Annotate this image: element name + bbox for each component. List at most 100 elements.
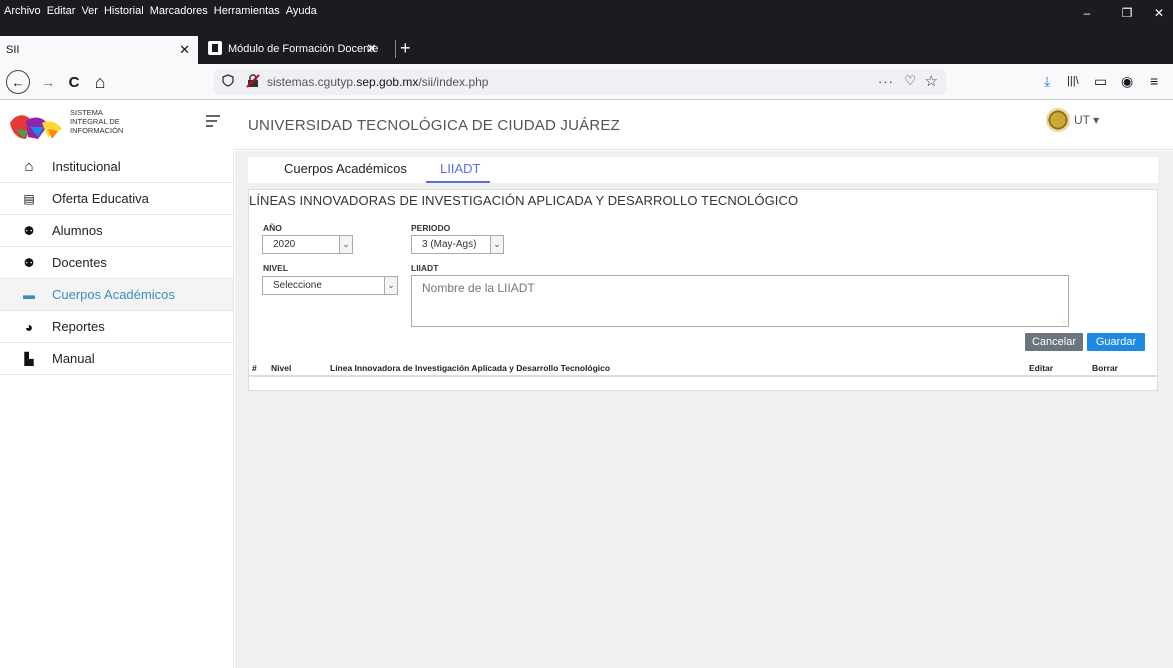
menu-historial[interactable]: Historial xyxy=(104,5,144,17)
table-body xyxy=(249,379,1157,390)
menu-ayuda[interactable]: Ayuda xyxy=(286,5,317,17)
url-text: sistemas.cgutyp.sep.gob.mx/sii/index.php xyxy=(267,75,489,89)
periodo-value: 3 (May-Ags) xyxy=(422,239,477,250)
browser-menubar: Archivo Editar Ver Historial Marcadores … xyxy=(0,0,1173,26)
tab-liiadt[interactable]: LIIADT xyxy=(440,161,480,176)
sidebar-icon[interactable]: ▭ xyxy=(1094,73,1107,90)
col-linea: Línea Innovadora de Investigación Aplica… xyxy=(330,363,611,373)
close-window-button[interactable]: ✕ xyxy=(1145,0,1173,26)
periodo-label: PERIODO xyxy=(411,223,451,233)
active-tab-indicator xyxy=(426,181,490,183)
sidebar: ⌂ Institucional ▤ Oferta Educativa ⚉ Alu… xyxy=(0,151,234,668)
menu-list: Archivo Editar Ver Historial Marcadores … xyxy=(4,5,323,17)
close-tab-icon[interactable]: ✕ xyxy=(366,41,377,57)
sidebar-item-manual[interactable]: ▙ Manual xyxy=(0,343,233,375)
menu-marcadores[interactable]: Marcadores xyxy=(150,5,208,17)
downloads-icon[interactable]: ⤓ xyxy=(1044,73,1050,90)
reload-button[interactable]: C xyxy=(62,70,86,94)
insecure-lock-icon[interactable] xyxy=(246,74,260,88)
account-icon[interactable]: ◉ xyxy=(1121,73,1133,90)
periodo-select[interactable]: 3 (May-Ags) ⌄ xyxy=(411,235,504,254)
sidebar-item-label: Manual xyxy=(52,351,95,366)
cancel-button[interactable]: Cancelar xyxy=(1025,333,1083,351)
sidebar-item-oferta-educativa[interactable]: ▤ Oferta Educativa xyxy=(0,183,233,215)
chevron-down-icon: ⌄ xyxy=(490,236,503,253)
back-button[interactable]: ← xyxy=(6,70,30,94)
tracking-shield-icon[interactable] xyxy=(222,74,234,90)
logo[interactable]: SISTEMA INTEGRAL DE INFORMACIÓN xyxy=(0,100,234,150)
menu-herramientas[interactable]: Herramientas xyxy=(214,5,280,17)
page-actions-icon[interactable]: ··· xyxy=(878,74,894,89)
col-borrar: Borrar xyxy=(1092,363,1118,373)
sidebar-item-label: Reportes xyxy=(52,319,105,334)
library-icon[interactable]: |||\ xyxy=(1067,75,1079,87)
anio-value: 2020 xyxy=(273,239,296,250)
pie-chart-icon: ◕ xyxy=(24,318,34,335)
users-icon: ⚉ xyxy=(23,255,35,270)
close-tab-icon[interactable]: ✕ xyxy=(179,42,190,58)
sidebar-toggle-icon[interactable] xyxy=(206,115,220,131)
sidebar-item-label: Docentes xyxy=(52,255,107,270)
sidebar-item-label: Institucional xyxy=(52,159,121,174)
bookmark-star-icon[interactable]: ☆ xyxy=(925,72,938,90)
main-content: Cuerpos Académicos LIIADT LÍNEAS INNOVAD… xyxy=(235,151,1173,668)
liiadt-textarea[interactable]: Nombre de la LIIADT .: xyxy=(411,275,1069,327)
restore-button[interactable]: ❐ xyxy=(1107,0,1147,26)
sidebar-item-label: Cuerpos Académicos xyxy=(52,287,175,302)
home-button[interactable]: ⌂ xyxy=(88,70,112,94)
anio-select[interactable]: 2020 ⌄ xyxy=(262,235,353,254)
logo-text: SISTEMA INTEGRAL DE INFORMACIÓN xyxy=(70,108,124,135)
resize-grip-icon[interactable]: .: xyxy=(1061,317,1065,324)
nivel-value: Seleccione xyxy=(273,280,322,291)
sidebar-item-label: Alumnos xyxy=(52,223,103,238)
tab-title: SII xyxy=(6,44,20,56)
logo-mark-icon xyxy=(10,115,62,139)
menu-editar[interactable]: Editar xyxy=(47,5,76,17)
tab-separator xyxy=(395,40,396,58)
tab-title: Módulo de Formación Docente xyxy=(228,43,379,55)
anio-label: AÑO xyxy=(263,223,282,233)
tab-cuerpos-academicos[interactable]: Cuerpos Académicos xyxy=(284,161,407,176)
save-button[interactable]: Guardar xyxy=(1087,333,1145,351)
panel-title: LÍNEAS INNOVADORAS DE INVESTIGACIÓN APLI… xyxy=(249,193,799,208)
pocket-icon[interactable]: ♡ xyxy=(904,73,916,89)
university-seal-icon xyxy=(1046,108,1070,132)
sidebar-item-docentes[interactable]: ⚉ Docentes xyxy=(0,247,233,279)
favicon-icon xyxy=(208,41,222,55)
hamburger-menu-icon[interactable]: ≡ xyxy=(1150,73,1158,89)
liiadt-label: LIIADT xyxy=(411,263,439,273)
content-tabs: Cuerpos Académicos LIIADT xyxy=(248,157,1158,183)
sidebar-item-reportes[interactable]: ◕ Reportes xyxy=(0,311,233,343)
app-header: SISTEMA INTEGRAL DE INFORMACIÓN UNIVERSI… xyxy=(0,100,1173,150)
minimize-button[interactable]: – xyxy=(1067,0,1107,26)
home-icon: ⌂ xyxy=(24,158,34,175)
menu-ver[interactable]: Ver xyxy=(81,5,98,17)
liiadt-form-panel: LÍNEAS INNOVADORAS DE INVESTIGACIÓN APLI… xyxy=(248,189,1158,391)
book-icon: ▤ xyxy=(23,191,35,206)
chevron-down-icon: ⌄ xyxy=(339,236,352,253)
col-number: # xyxy=(252,363,257,373)
new-tab-button[interactable]: + xyxy=(400,38,411,58)
forward-button[interactable]: → xyxy=(36,70,60,94)
tab-modulo-formacion[interactable]: Módulo de Formación Docente ✕ xyxy=(206,36,396,64)
col-editar: Editar xyxy=(1029,363,1054,373)
col-nivel: Nivel xyxy=(271,363,292,373)
user-name: UT ▾ xyxy=(1074,113,1100,127)
menu-archivo[interactable]: Archivo xyxy=(4,5,41,17)
sidebar-item-institucional[interactable]: ⌂ Institucional xyxy=(0,151,233,183)
university-title: UNIVERSIDAD TECNOLÓGICA DE CIUDAD JUÁREZ xyxy=(248,117,620,134)
url-bar[interactable]: sistemas.cgutyp.sep.gob.mx/sii/index.php… xyxy=(214,69,946,95)
folder-icon: ▬ xyxy=(23,287,35,302)
navigation-toolbar: ← → C ⌂ sistemas.cgutyp.sep.gob.mx/sii/i… xyxy=(0,64,1173,100)
tab-sii[interactable]: SII ✕ xyxy=(0,36,198,64)
nivel-label: NIVEL xyxy=(263,263,289,273)
table-header: # Nivel Línea Innovadora de Investigació… xyxy=(249,361,1157,377)
users-icon: ⚉ xyxy=(23,223,35,238)
pdf-icon: ▙ xyxy=(24,351,34,366)
user-menu[interactable]: UT ▾ xyxy=(1046,108,1099,132)
nivel-select[interactable]: Seleccione ⌄ xyxy=(262,276,398,295)
sidebar-item-label: Oferta Educativa xyxy=(52,191,149,206)
sidebar-item-alumnos[interactable]: ⚉ Alumnos xyxy=(0,215,233,247)
chevron-down-icon: ⌄ xyxy=(384,277,397,294)
sidebar-item-cuerpos-academicos[interactable]: ▬ Cuerpos Académicos xyxy=(0,279,233,311)
